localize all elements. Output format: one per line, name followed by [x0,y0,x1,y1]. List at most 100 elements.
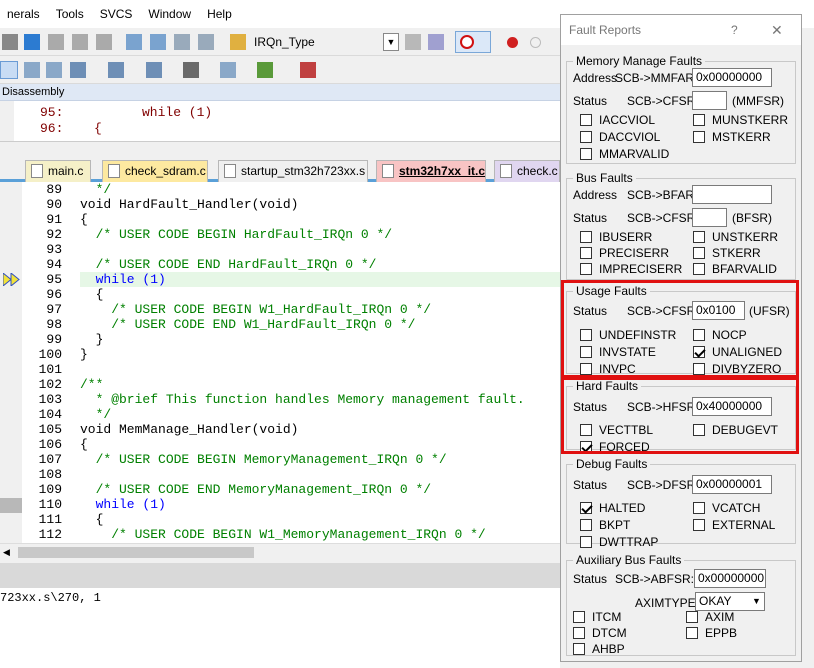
symbols-icon[interactable] [46,62,62,78]
tab-stm32h7xx-it-c[interactable]: stm32h7xx_it.c [376,160,486,182]
chevron-down-icon[interactable]: ▼ [383,33,399,51]
dwttrap-checkbox[interactable] [580,536,592,548]
menu-peripherals[interactable]: nerals [0,0,49,28]
ibuserr-checkbox[interactable] [580,231,592,243]
mmfsr-field[interactable] [692,91,727,110]
line-number: 106 [38,437,62,452]
dtcm-label: DTCM [592,626,627,640]
analysis-icon[interactable] [257,62,273,78]
unstkerr-checkbox[interactable] [693,231,705,243]
tab-startup-s[interactable]: startup_stm32h723xx.s [218,160,368,182]
code-line: 108 [0,467,560,482]
daccviol-checkbox[interactable] [580,131,592,143]
stkerr-checkbox[interactable] [693,247,705,259]
bookmark-clear-icon[interactable] [96,34,112,50]
scrollbar-thumb[interactable] [18,547,254,558]
indent-icon[interactable] [126,34,142,50]
find-icon[interactable] [405,34,421,50]
itcm-label: ITCM [592,610,622,624]
ahbp-checkbox[interactable] [573,643,585,655]
highlight-hard-faults [561,377,799,454]
bookmark-prev-icon[interactable] [48,34,64,50]
menu-help[interactable]: Help [200,0,241,28]
registers-icon[interactable] [70,62,86,78]
disassembly-scrollbar[interactable] [0,141,560,157]
incremental-find-icon[interactable] [428,34,444,50]
bfar-field[interactable] [692,185,772,204]
status-label: Status [573,572,608,586]
highlight-usage-faults [561,280,799,378]
file-icon [31,164,43,178]
code-line: 94 /* USER CODE END HardFault_IRQn 0 */ [0,257,560,272]
code-line: 90 void HardFault_Handler(void) [0,197,560,212]
tab-check-sdram-c[interactable]: check_sdram.c [102,160,208,182]
menu-window[interactable]: Window [141,0,200,28]
menu-tools[interactable]: Tools [49,0,93,28]
line-number: 102 [38,377,62,392]
find-files-icon[interactable] [230,34,246,50]
comment-icon[interactable] [174,34,190,50]
mmarvalid-checkbox[interactable] [580,148,592,160]
memory-icon[interactable] [183,62,199,78]
breakpoint-icon[interactable] [507,37,518,48]
help-button[interactable]: ? [731,15,738,45]
group-label: Debug Faults [573,457,651,471]
line-code: /* USER CODE BEGIN HardFault_IRQn 0 */ [80,227,393,242]
tools-icon[interactable] [300,62,316,78]
breakpoint-disable-icon[interactable] [530,37,541,48]
command-window-icon[interactable] [0,61,18,79]
watch-icon[interactable] [146,62,162,78]
tab-check-c[interactable]: check.c [494,160,560,182]
line-code: { [80,512,104,527]
unindent-icon[interactable] [150,34,166,50]
mmfar-field[interactable]: 0x00000000 [692,68,772,87]
file-icon [224,164,236,178]
munstkerr-checkbox[interactable] [693,114,705,126]
flag-icon[interactable] [24,34,40,50]
dtcm-checkbox[interactable] [573,627,585,639]
vcatch-checkbox[interactable] [693,502,705,514]
mstkerr-checkbox[interactable] [693,131,705,143]
eppb-checkbox[interactable] [686,627,698,639]
axim-checkbox[interactable] [686,611,698,623]
bfsr-field[interactable] [692,208,727,227]
menu-svcs[interactable]: SVCS [93,0,142,28]
impreciserr-checkbox[interactable] [580,263,592,275]
tab-main-c[interactable]: main.c [25,160,91,182]
debug-session-button[interactable] [455,31,491,53]
dfsr-field[interactable]: 0x00000001 [692,475,772,494]
group-label: Memory Manage Faults [573,54,706,68]
bfarvalid-checkbox[interactable] [693,263,705,275]
bkpt-checkbox[interactable] [580,519,592,531]
external-checkbox[interactable] [693,519,705,531]
close-icon[interactable]: ✕ [771,15,783,45]
preciserr-checkbox[interactable] [580,247,592,259]
call-stack-icon[interactable] [108,62,124,78]
group-label: Bus Faults [573,171,636,185]
scroll-left-icon[interactable]: ◀ [3,547,10,558]
iaccviol-checkbox[interactable] [580,114,592,126]
disassembly-gutter [0,101,14,141]
uncomment-icon[interactable] [198,34,214,50]
code-line: 111 { [0,512,560,527]
editor-hscrollbar[interactable]: ◀ [0,543,560,560]
abfsr-field[interactable]: 0x00000000 [694,569,766,588]
tab-label: check_sdram.c [125,164,206,178]
line-number: 107 [38,452,62,467]
disassembly-icon[interactable] [24,62,40,78]
itcm-checkbox[interactable] [573,611,585,623]
bookmark-next-icon[interactable] [72,34,88,50]
target-combo-text[interactable]: IRQn_Type [254,34,315,50]
line-code: while (1) [80,272,166,287]
arrow-icon[interactable] [2,34,18,50]
code-editor[interactable]: 89 */90 void HardFault_Handler(void) 91{92… [0,182,560,543]
line-code: /* USER CODE BEGIN W1_HardFault_IRQn 0 *… [80,302,432,317]
line-code: { [80,437,88,452]
group-label: Auxiliary Bus Faults [573,553,685,567]
line-number: 103 [38,392,62,407]
aximtype-select[interactable]: OKAY ▼ [695,592,765,611]
bfar-label: SCB->BFAR: [627,188,698,202]
code-line: 95 while (1) [0,272,560,287]
halted-checkbox[interactable] [580,502,592,514]
serial-icon[interactable] [220,62,236,78]
